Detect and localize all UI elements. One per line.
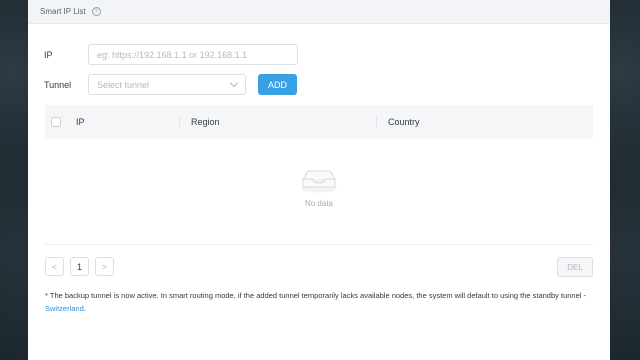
add-button[interactable]: ADD bbox=[258, 74, 297, 95]
delete-button[interactable]: DEL bbox=[557, 257, 593, 277]
note-suffix: . bbox=[83, 303, 86, 313]
page-number[interactable]: 1 bbox=[70, 257, 89, 276]
tunnel-placeholder: Select tunnel bbox=[97, 79, 150, 90]
chevron-down-icon bbox=[229, 78, 239, 88]
background-left bbox=[0, 0, 28, 360]
empty-inbox-icon bbox=[301, 170, 337, 193]
ip-row: IP eg: https://192.168.1.1 or 192.168.1.… bbox=[44, 44, 298, 65]
ip-input[interactable]: eg: https://192.168.1.1 or 192.168.1.1 bbox=[88, 44, 298, 65]
tunnel-select[interactable]: Select tunnel bbox=[88, 74, 246, 95]
tunnel-label: Tunnel bbox=[44, 79, 72, 90]
panel-header: Smart IP List ? bbox=[28, 0, 610, 24]
select-all-checkbox[interactable] bbox=[51, 117, 61, 127]
help-icon[interactable]: ? bbox=[91, 7, 101, 16]
next-page-icon[interactable]: > bbox=[95, 257, 114, 276]
smart-ip-panel: Smart IP List ? IP eg: https://192.168.1… bbox=[28, 0, 610, 360]
table-header: IP Region Country bbox=[45, 105, 593, 139]
column-header-region: Region bbox=[179, 116, 376, 128]
backup-tunnel-note: * The backup tunnel is now active. In sm… bbox=[45, 290, 590, 315]
ip-placeholder: eg: https://192.168.1.1 or 192.168.1.1 bbox=[97, 49, 248, 60]
ip-table: IP Region Country No data bbox=[45, 105, 593, 245]
column-header-country: Country bbox=[376, 116, 420, 128]
tunnel-row: Tunnel Select tunnel ADD bbox=[44, 74, 297, 95]
prev-page-icon[interactable]: < bbox=[45, 257, 64, 276]
empty-text: No data bbox=[304, 199, 334, 208]
background-right bbox=[610, 0, 640, 360]
pagination: < 1 > bbox=[45, 257, 120, 276]
column-header-ip: IP bbox=[76, 117, 85, 127]
ip-label: IP bbox=[44, 49, 53, 60]
standby-tunnel-link[interactable]: Switzerland bbox=[45, 304, 84, 313]
note-text: * The backup tunnel is now active. In sm… bbox=[45, 291, 586, 300]
empty-state: No data bbox=[45, 165, 593, 208]
panel-title: Smart IP List bbox=[40, 7, 86, 16]
